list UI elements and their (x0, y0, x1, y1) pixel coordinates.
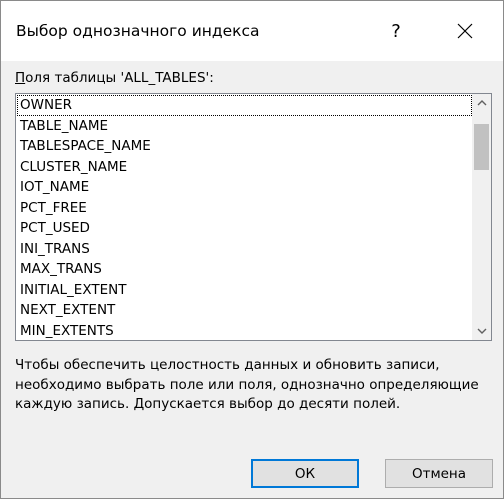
field-list-item[interactable]: MAX_TRANS (17, 259, 472, 280)
description-text: Чтобы обеспечить целостность данных и об… (15, 357, 479, 412)
fields-label-accesskey: П (15, 70, 26, 86)
field-list-item[interactable]: TABLE_NAME (17, 116, 472, 137)
field-list-item[interactable]: CLUSTER_NAME (17, 157, 472, 178)
field-list-item[interactable]: MIN_EXTENTS (17, 321, 472, 341)
help-button[interactable]: ? (376, 11, 416, 51)
help-icon: ? (391, 20, 401, 42)
field-list-item[interactable]: PCT_FREE (17, 198, 472, 219)
fields-listbox[interactable]: OWNER TABLE_NAME TABLESPACE_NAME CLUSTER_NA… (15, 93, 492, 341)
close-icon (457, 23, 473, 39)
close-button[interactable] (441, 11, 489, 51)
vertical-scrollbar[interactable] (472, 94, 491, 340)
fields-label-text: оля таблицы 'ALL_TABLES': (25, 70, 214, 86)
field-list-item[interactable]: PCT_USED (17, 218, 472, 239)
chevron-up-icon (477, 100, 486, 106)
scroll-up-button[interactable] (472, 94, 491, 112)
field-list-item[interactable]: INI_TRANS (17, 239, 472, 260)
chevron-down-icon (477, 328, 486, 334)
scroll-down-button[interactable] (472, 322, 491, 340)
title-bar: Выбор однозначного индекса ? (1, 1, 503, 61)
field-list-item[interactable]: INITIAL_EXTENT (17, 280, 472, 301)
ok-button[interactable]: ОК (251, 459, 359, 488)
unique-index-dialog: Выбор однозначного индекса ? Поля таблиц… (0, 0, 504, 499)
field-list-item[interactable]: NEXT_EXTENT (17, 300, 472, 321)
field-list-item[interactable]: IOT_NAME (17, 177, 472, 198)
scrollbar-thumb[interactable] (474, 124, 489, 170)
dialog-title: Выбор однозначного индекса (16, 22, 260, 40)
field-list-item[interactable]: OWNER (17, 95, 472, 116)
cancel-button[interactable]: Отмена (385, 459, 493, 488)
fields-label: Поля таблицы 'ALL_TABLES': (15, 70, 214, 86)
field-list-item[interactable]: TABLESPACE_NAME (17, 136, 472, 157)
fields-list: OWNER TABLE_NAME TABLESPACE_NAME CLUSTER_NA… (17, 95, 472, 341)
